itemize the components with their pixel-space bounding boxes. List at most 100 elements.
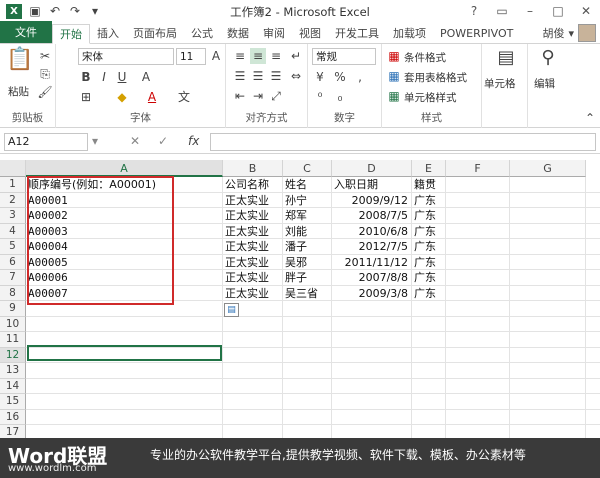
- decrease-font-icon[interactable]: A: [138, 69, 154, 85]
- font-name-select[interactable]: 宋体: [78, 48, 174, 65]
- cell-a2[interactable]: A00001: [28, 193, 68, 209]
- copy-icon[interactable]: ⎘: [37, 66, 53, 82]
- increase-font-icon[interactable]: A: [208, 48, 224, 64]
- font-color-icon[interactable]: A: [144, 89, 160, 105]
- cell-c6[interactable]: 吴邪: [285, 255, 307, 271]
- align-middle-icon[interactable]: ≡: [250, 48, 266, 64]
- tab-file[interactable]: 文件: [0, 21, 52, 43]
- cell-d6[interactable]: 2011/11/12: [334, 255, 408, 271]
- row-header-16[interactable]: 16: [0, 409, 26, 425]
- column-header-e[interactable]: E: [412, 160, 446, 177]
- cell-b3[interactable]: 正太实业: [225, 208, 269, 224]
- number-format-select[interactable]: 常规: [312, 48, 376, 65]
- cell-e6[interactable]: 广东: [414, 255, 436, 271]
- bold-icon[interactable]: B: [78, 69, 94, 85]
- paste-icon[interactable]: 📋: [6, 49, 33, 80]
- comma-style-icon[interactable]: ,: [352, 69, 368, 85]
- cell-a4[interactable]: A00003: [28, 224, 68, 240]
- close-icon[interactable]: ✕: [572, 0, 600, 22]
- cell-e8[interactable]: 广东: [414, 286, 436, 302]
- cell-e4[interactable]: 广东: [414, 224, 436, 240]
- cell-d8[interactable]: 2009/3/8: [334, 286, 408, 302]
- row-header-5[interactable]: 5: [0, 239, 26, 255]
- customize-qat-icon[interactable]: ▾: [88, 4, 102, 18]
- cell-c2[interactable]: 孙宁: [285, 193, 307, 209]
- enter-icon[interactable]: ✓: [158, 134, 168, 148]
- align-bottom-icon[interactable]: ≡: [268, 48, 284, 64]
- tab-data[interactable]: 数据: [220, 23, 256, 43]
- cancel-icon[interactable]: ✕: [130, 134, 140, 148]
- paste-options-icon[interactable]: ▤: [224, 303, 239, 317]
- align-top-icon[interactable]: ≡: [232, 48, 248, 64]
- name-box-dropdown-icon[interactable]: ▾: [92, 134, 98, 148]
- wrap-text-icon[interactable]: ↵: [288, 48, 304, 64]
- conditional-format-button[interactable]: 条件格式: [404, 50, 446, 65]
- cell-a3[interactable]: A00002: [28, 208, 68, 224]
- tab-developer[interactable]: 开发工具: [328, 23, 386, 43]
- currency-icon[interactable]: ¥: [312, 69, 328, 85]
- decrease-indent-icon[interactable]: ⇤: [232, 88, 248, 104]
- orientation-icon[interactable]: ⤢: [268, 88, 284, 104]
- cell-a1[interactable]: 顺序编号(例如：A00001): [28, 177, 156, 193]
- percent-icon[interactable]: %: [332, 69, 348, 85]
- cell-e7[interactable]: 广东: [414, 270, 436, 286]
- row-header-15[interactable]: 15: [0, 394, 26, 410]
- column-header-c[interactable]: C: [283, 160, 332, 177]
- row-header-4[interactable]: 4: [0, 223, 26, 239]
- cell-b5[interactable]: 正太实业: [225, 239, 269, 255]
- column-header-g[interactable]: G: [510, 160, 586, 177]
- paste-button[interactable]: 粘贴: [8, 84, 29, 99]
- cell-c5[interactable]: 潘子: [285, 239, 307, 255]
- minimize-icon[interactable]: –: [516, 0, 544, 22]
- cell-c7[interactable]: 胖子: [285, 270, 307, 286]
- cell-a6[interactable]: A00005: [28, 255, 68, 271]
- cell-d5[interactable]: 2012/7/5: [334, 239, 408, 255]
- cell-a7[interactable]: A00006: [28, 270, 68, 286]
- format-as-table-button[interactable]: 套用表格格式: [404, 70, 467, 85]
- tab-insert[interactable]: 插入: [90, 23, 126, 43]
- row-header-2[interactable]: 2: [0, 192, 26, 208]
- italic-icon[interactable]: I: [96, 69, 112, 85]
- fill-color-icon[interactable]: ◆: [114, 89, 130, 105]
- increase-decimal-icon[interactable]: ⁰: [312, 89, 328, 105]
- cell-b1[interactable]: 公司名称: [225, 177, 269, 193]
- cell-d1[interactable]: 入职日期: [334, 177, 378, 193]
- tab-view[interactable]: 视图: [292, 23, 328, 43]
- worksheet-grid[interactable]: A B C D E F G 1 2 3 4 5 6 7 8 9 10 11 12 13 14 15 16 17 顺…: [0, 160, 600, 444]
- cell-e5[interactable]: 广东: [414, 239, 436, 255]
- cell-d3[interactable]: 2008/7/5: [334, 208, 408, 224]
- merge-center-icon[interactable]: ⇔: [288, 68, 304, 84]
- column-header-b[interactable]: B: [223, 160, 283, 177]
- tab-formulas[interactable]: 公式: [184, 23, 220, 43]
- format-painter-icon[interactable]: 🖌: [37, 84, 53, 100]
- cell-b4[interactable]: 正太实业: [225, 224, 269, 240]
- row-header-7[interactable]: 7: [0, 270, 26, 286]
- tab-powerpivot[interactable]: POWERPIVOT: [433, 23, 520, 43]
- cell-c4[interactable]: 刘能: [285, 224, 307, 240]
- cell-e3[interactable]: 广东: [414, 208, 436, 224]
- cell-b7[interactable]: 正太实业: [225, 270, 269, 286]
- borders-icon[interactable]: ⊞: [78, 89, 94, 105]
- cell-c8[interactable]: 吴三省: [285, 286, 318, 302]
- row-header-3[interactable]: 3: [0, 208, 26, 224]
- row-header-8[interactable]: 8: [0, 285, 26, 301]
- cell-b8[interactable]: 正太实业: [225, 286, 269, 302]
- save-icon[interactable]: ▣: [28, 4, 42, 18]
- select-all-corner[interactable]: [0, 160, 26, 177]
- align-left-icon[interactable]: ☰: [232, 68, 248, 84]
- cells-group[interactable]: ▤ 单元格: [482, 44, 528, 128]
- cell-c1[interactable]: 姓名: [285, 177, 307, 193]
- ribbon-display-icon[interactable]: ▭: [488, 0, 516, 22]
- insert-function-icon[interactable]: fx: [188, 134, 199, 148]
- column-header-f[interactable]: F: [446, 160, 510, 177]
- undo-icon[interactable]: ↶: [48, 4, 62, 18]
- font-size-select[interactable]: 11: [176, 48, 206, 65]
- redo-icon[interactable]: ↷: [68, 4, 82, 18]
- tab-review[interactable]: 审阅: [256, 23, 292, 43]
- row-header-10[interactable]: 10: [0, 316, 26, 332]
- help-icon[interactable]: ?: [460, 0, 488, 22]
- cell-e2[interactable]: 广东: [414, 193, 436, 209]
- active-cell[interactable]: [27, 345, 222, 361]
- cell-a5[interactable]: A00004: [28, 239, 68, 255]
- name-box[interactable]: A12: [4, 133, 88, 151]
